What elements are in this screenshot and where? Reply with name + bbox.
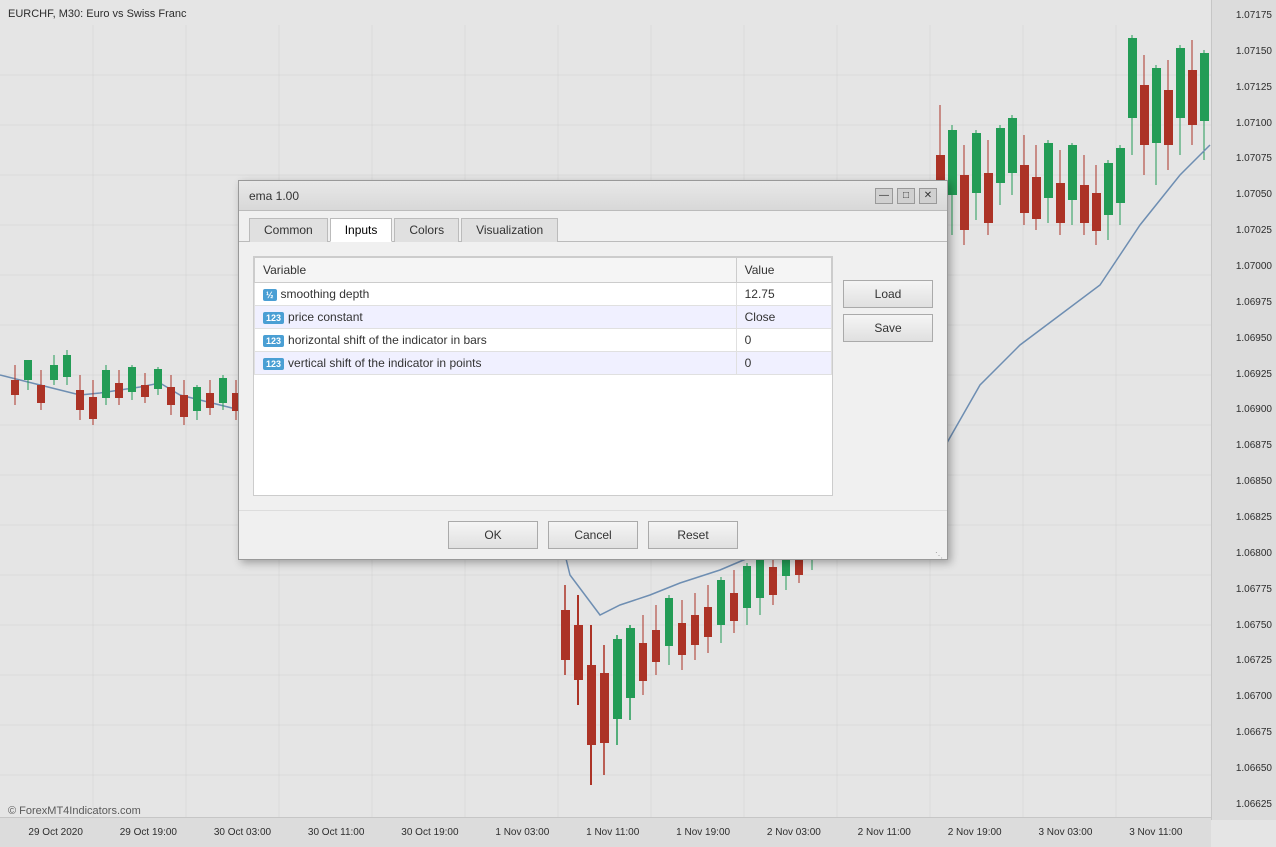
value-cell: Close	[736, 306, 831, 329]
load-button[interactable]: Load	[843, 280, 933, 308]
type-badge: 123	[263, 358, 284, 370]
column-header-value: Value	[736, 258, 831, 283]
side-buttons: Load Save	[843, 280, 933, 342]
save-button[interactable]: Save	[843, 314, 933, 342]
variable-cell: 123price constant	[255, 306, 737, 329]
dialog-title: ema 1.00	[249, 189, 299, 203]
dialog-overlay: ema 1.00 — □ ✕ Common Inputs Colors Visu…	[0, 0, 1276, 847]
table-row[interactable]: 123price constantClose	[255, 306, 832, 329]
type-badge: ½	[263, 289, 277, 301]
title-controls: — □ ✕	[875, 188, 937, 204]
value-cell: 0	[736, 329, 831, 352]
tab-common[interactable]: Common	[249, 218, 328, 242]
table-area: Variable Value ½smoothing depth12.75123p…	[253, 256, 833, 496]
table-scroll-area[interactable]: Variable Value ½smoothing depth12.75123p…	[253, 256, 833, 496]
variable-cell: 123vertical shift of the indicator in po…	[255, 352, 737, 375]
close-button[interactable]: ✕	[919, 188, 937, 204]
resize-handle[interactable]: ⋱	[935, 547, 947, 559]
cancel-button[interactable]: Cancel	[548, 521, 638, 549]
variable-cell: 123horizontal shift of the indicator in …	[255, 329, 737, 352]
column-header-variable: Variable	[255, 258, 737, 283]
ok-button[interactable]: OK	[448, 521, 538, 549]
tab-colors[interactable]: Colors	[394, 218, 459, 242]
params-table: Variable Value ½smoothing depth12.75123p…	[254, 257, 832, 375]
table-row[interactable]: 123horizontal shift of the indicator in …	[255, 329, 832, 352]
value-cell: 12.75	[736, 283, 831, 306]
value-cell: 0	[736, 352, 831, 375]
table-row[interactable]: 123vertical shift of the indicator in po…	[255, 352, 832, 375]
dialog-content: Variable Value ½smoothing depth12.75123p…	[239, 242, 947, 510]
table-row[interactable]: ½smoothing depth12.75	[255, 283, 832, 306]
reset-button[interactable]: Reset	[648, 521, 738, 549]
type-badge: 123	[263, 312, 284, 324]
maximize-button[interactable]: □	[897, 188, 915, 204]
type-badge: 123	[263, 335, 284, 347]
minimize-button[interactable]: —	[875, 188, 893, 204]
tabs-bar: Common Inputs Colors Visualization	[239, 211, 947, 242]
dialog-titlebar: ema 1.00 — □ ✕	[239, 181, 947, 211]
dialog-footer: OK Cancel Reset	[239, 510, 947, 559]
dialog: ema 1.00 — □ ✕ Common Inputs Colors Visu…	[238, 180, 948, 560]
tab-inputs[interactable]: Inputs	[330, 218, 393, 242]
content-with-buttons: Variable Value ½smoothing depth12.75123p…	[253, 256, 933, 496]
variable-cell: ½smoothing depth	[255, 283, 737, 306]
tab-visualization[interactable]: Visualization	[461, 218, 558, 242]
resize-icon: ⋱	[935, 551, 943, 560]
